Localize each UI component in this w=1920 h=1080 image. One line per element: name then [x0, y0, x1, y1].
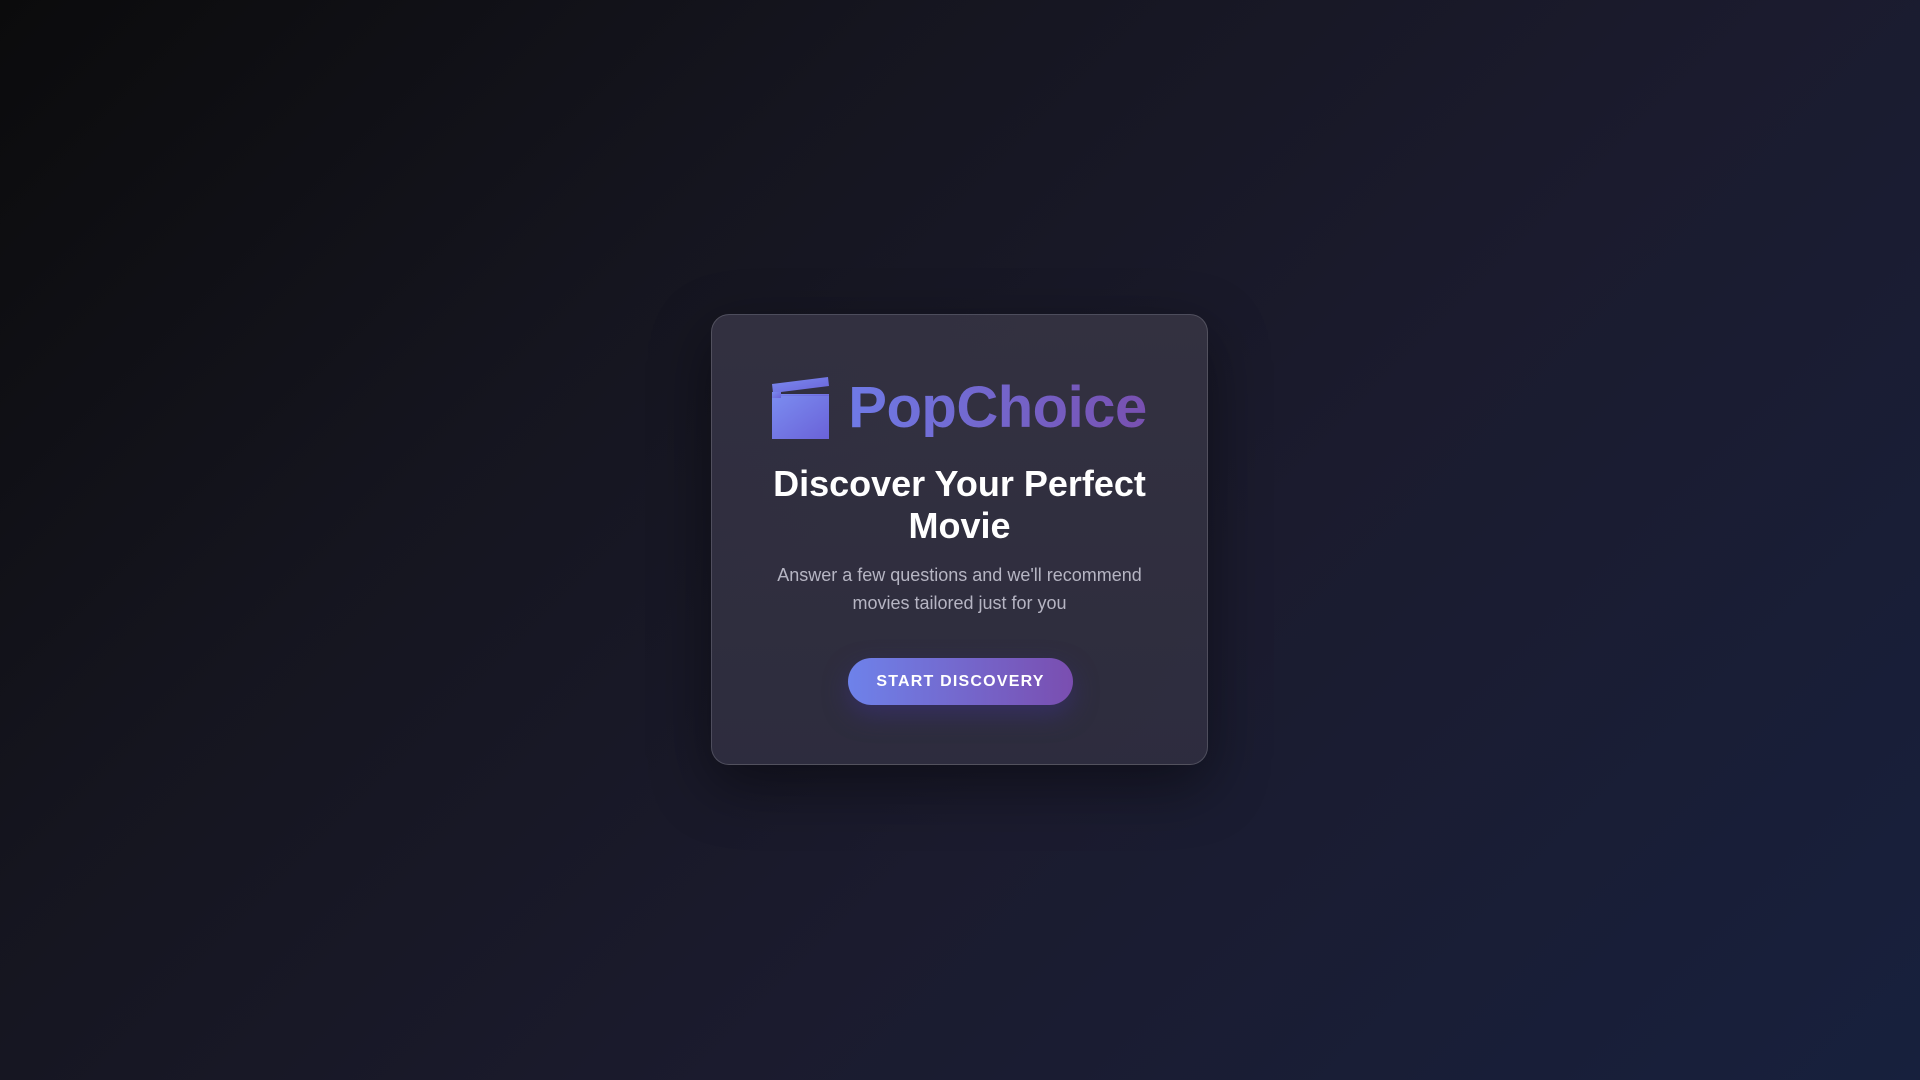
page-subtitle: Answer a few questions and we'll recomme…: [777, 565, 1142, 613]
start-discovery-button[interactable]: START DISCOVERY: [848, 658, 1073, 705]
page-headline: Discover Your Perfect Movie: [773, 463, 1146, 546]
brand-name: PopChoice: [848, 375, 1147, 440]
welcome-card: PopChoice Discover Your Perfect Movie An…: [711, 314, 1208, 765]
brand-logo: PopChoice: [712, 377, 1207, 439]
clapperboard-icon: [772, 377, 830, 439]
